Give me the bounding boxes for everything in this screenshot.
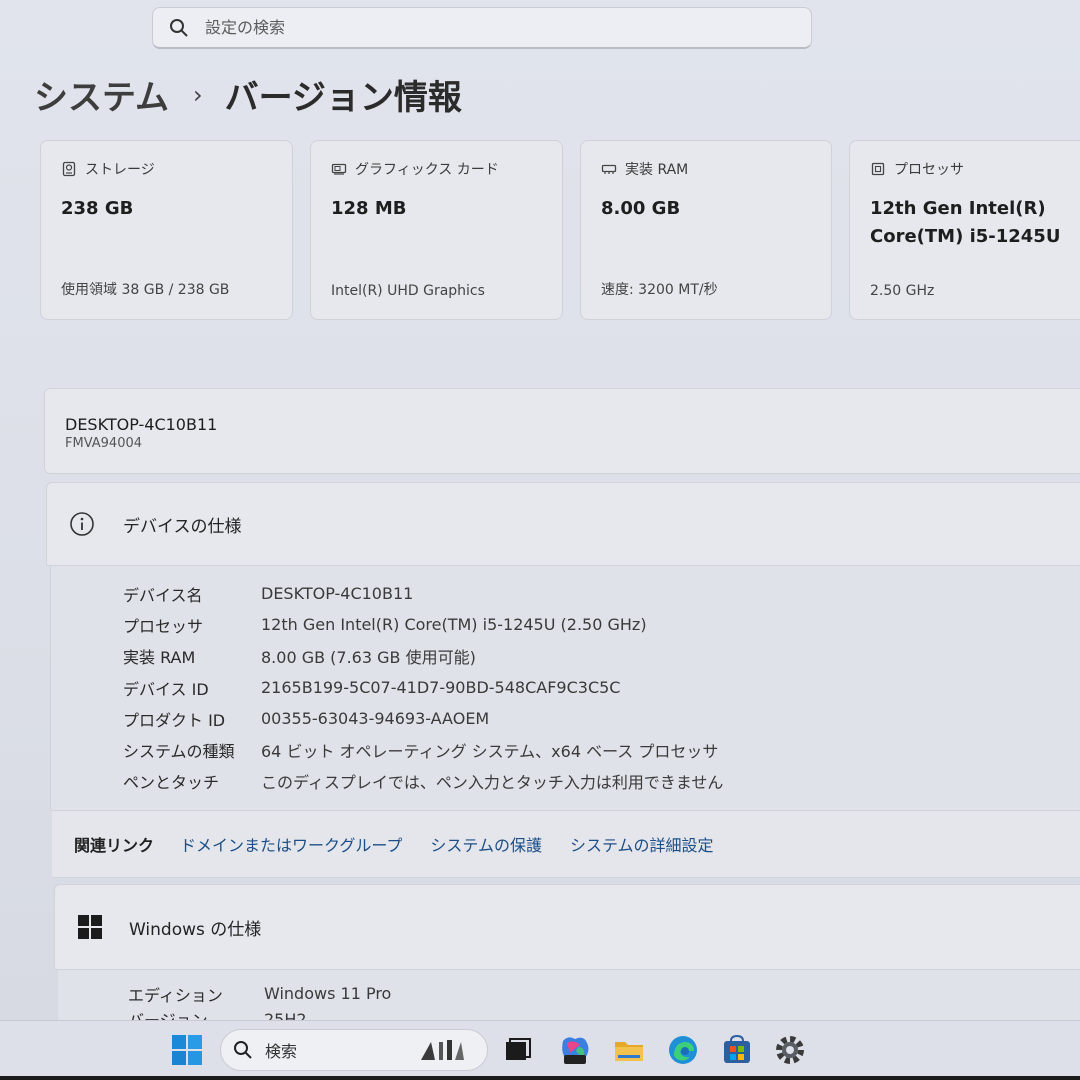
taskbar-search-label: 検索 <box>265 1042 298 1061</box>
spec-key: デバイス ID <box>123 679 209 699</box>
spec-row: デバイス ID 2165B199-5C07-41D7-90BD-548CAF9C3… <box>123 672 1080 703</box>
edge-icon[interactable] <box>666 1033 700 1067</box>
link-domain-workgroup[interactable]: ドメインまたはワークグループ <box>180 832 402 856</box>
processor-icon <box>871 162 885 176</box>
card-value: 238 GB <box>61 198 134 219</box>
spec-row: プロダクト ID 00355-63043-94693-AAOEM <box>123 703 1080 734</box>
spec-key: ペンとタッチ <box>123 773 220 793</box>
section-title: Windows の仕様 <box>129 919 262 940</box>
device-spec-header[interactable]: デバイスの仕様 <box>46 482 1080 566</box>
ram-card[interactable]: 実装 RAM 8.00 GB 速度: 3200 MT/秒 <box>580 140 832 320</box>
windows-logo-icon <box>78 915 102 939</box>
spec-value: 12th Gen Intel(R) Core(TM) i5-1245U (2.5… <box>261 615 647 635</box>
spec-value: このディスプレイでは、ペン入力とタッチ入力は利用できません <box>261 773 724 793</box>
taskbar: 検索 <box>0 1020 1080 1080</box>
spec-value: 64 ビット オペレーティング システム、x64 ベース プロセッサ <box>261 742 719 762</box>
copilot-m365-icon[interactable] <box>558 1033 592 1067</box>
processor-card[interactable]: プロセッサ 12th Gen Intel(R) Core(TM) i5-1245… <box>849 140 1080 320</box>
device-model: FMVA94004 <box>65 436 143 451</box>
storage-card[interactable]: ストレージ 238 GB 使用領域 38 GB / 238 GB <box>40 140 293 320</box>
spec-row: エディション Windows 11 Pro <box>128 978 1080 1009</box>
chevron-right-icon: › <box>192 80 203 109</box>
related-links-label: 関連リンク <box>74 836 155 855</box>
spec-value: Windows 11 Pro <box>264 984 392 1004</box>
link-advanced-system-settings[interactable]: システムの詳細設定 <box>570 832 714 856</box>
breadcrumb-system-link[interactable]: システム <box>34 70 169 119</box>
windows-spec-list: エディション Windows 11 Pro バージョン25H2 <box>58 970 1080 1020</box>
settings-window: システム › バージョン情報 ストレージ 238 GB 使用領域 38 GB /… <box>0 0 1080 1020</box>
settings-icon[interactable] <box>773 1033 807 1067</box>
device-spec-list: デバイス名 DESKTOP-4C10B11 プロセッサ 12th Gen Intel… <box>50 566 1080 810</box>
spec-value: DESKTOP-4C10B11 <box>261 584 414 604</box>
search-input[interactable] <box>205 18 765 37</box>
card-value: 8.00 GB <box>601 198 681 219</box>
ram-icon <box>601 164 617 174</box>
spec-key: システムの種類 <box>123 742 235 762</box>
device-name-panel[interactable]: DESKTOP-4C10B11 FMVA94004 <box>44 388 1080 474</box>
spec-key: 実装 RAM <box>123 648 196 668</box>
spec-row: バージョン25H2 <box>128 1009 1080 1020</box>
spec-value: 25H2 <box>264 1009 307 1020</box>
card-value: 128 MB <box>331 198 407 219</box>
windows-spec-header[interactable]: Windows の仕様 <box>54 884 1080 970</box>
file-explorer-icon[interactable] <box>612 1033 646 1067</box>
store-icon[interactable] <box>720 1033 754 1067</box>
page-title: バージョン情報 <box>224 78 462 118</box>
card-label: ストレージ <box>85 162 155 178</box>
spec-key: プロセッサ <box>123 616 204 636</box>
spec-row: プロセッサ 12th Gen Intel(R) Core(TM) i5-1245U… <box>123 609 1080 640</box>
spec-row: 実装 RAM 8.00 GB (7.63 GB 使用可能) <box>123 641 1080 672</box>
spec-key: デバイス名 <box>123 585 203 605</box>
card-subtext: 使用領域 38 GB / 238 GB <box>61 282 230 298</box>
search-highlight-icon <box>421 1040 464 1060</box>
screen-bezel <box>0 1076 1080 1080</box>
card-label: プロセッサ <box>894 162 964 178</box>
start-icon[interactable] <box>170 1033 204 1067</box>
card-label: 実装 RAM <box>625 162 689 178</box>
info-icon <box>70 512 94 536</box>
graphics-card[interactable]: グラフィックス カード 128 MB Intel(R) UHD Graphics <box>310 140 563 320</box>
card-label: グラフィックス カード <box>355 162 499 178</box>
search-icon <box>234 1041 252 1059</box>
card-subtext: 速度: 3200 MT/秒 <box>601 282 718 298</box>
section-title: デバイスの仕様 <box>123 516 242 537</box>
taskbar-search[interactable]: 検索 <box>220 1029 488 1071</box>
spec-value: 00355-63043-94693-AAOEM <box>261 709 490 729</box>
task-view-icon[interactable] <box>500 1033 534 1067</box>
card-value: 12th Gen Intel(R) Core(TM) i5-1245U <box>870 198 1061 247</box>
spec-key: エディション <box>128 985 223 1005</box>
link-system-protection[interactable]: システムの保護 <box>430 832 542 856</box>
spec-row: デバイス名 DESKTOP-4C10B11 <box>123 578 1080 609</box>
spec-key: プロダクト ID <box>123 710 226 730</box>
spec-row: ペンとタッチ このディスプレイでは、ペン入力とタッチ入力は利用できません <box>123 766 1080 797</box>
related-links-bar: 関連リンク ドメインまたはワークグループ システムの保護 システムの詳細設定 <box>52 810 1080 878</box>
graphics-card-icon <box>331 163 347 175</box>
spec-row: システムの種類 64 ビット オペレーティング システム、x64 ベース プロセッ… <box>123 734 1080 765</box>
device-name: DESKTOP-4C10B11 <box>65 415 218 434</box>
card-subtext: 2.50 GHz <box>870 283 935 299</box>
search-icon <box>170 18 188 37</box>
card-subtext: Intel(R) UHD Graphics <box>331 283 485 299</box>
spec-value: 8.00 GB (7.63 GB 使用可能) <box>261 648 476 668</box>
breadcrumb: システム › バージョン情報 <box>34 70 462 119</box>
spec-key: バージョン <box>128 1009 264 1020</box>
settings-search-box[interactable] <box>152 7 812 49</box>
spec-value: 2165B199-5C07-41D7-90BD-548CAF9C3C5C <box>261 678 621 698</box>
storage-icon <box>62 161 76 177</box>
